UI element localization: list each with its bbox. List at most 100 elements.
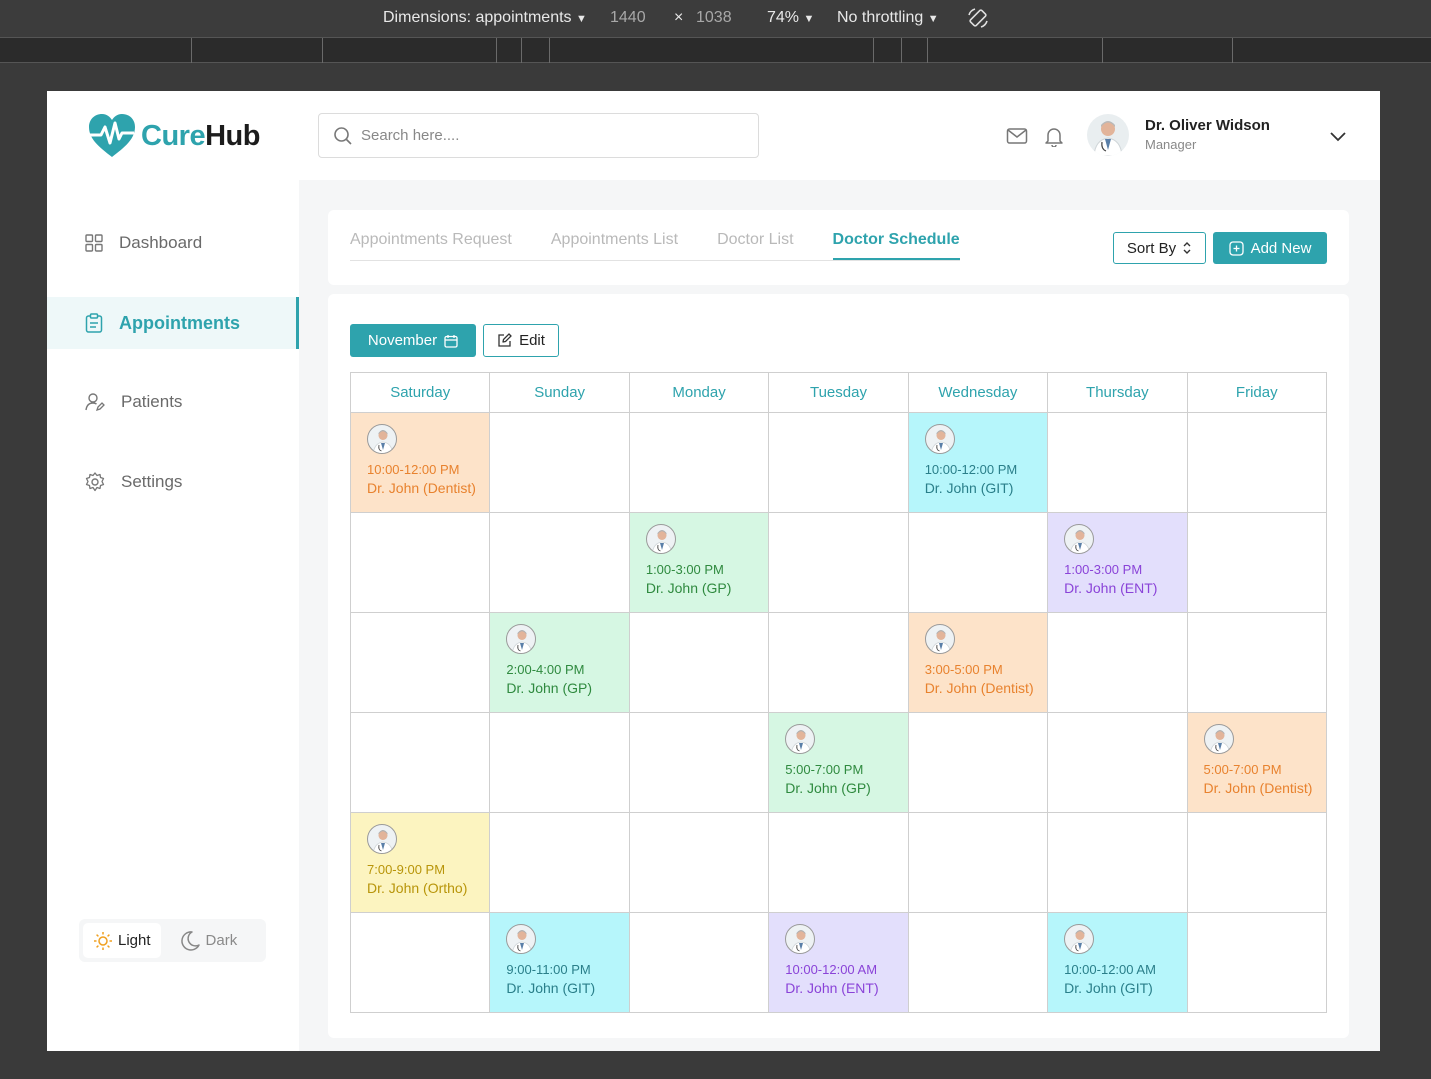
schedule-card: November Edit Saturday Sunday Monday Tuesda… [328,294,1349,1038]
day-header-thursday: Thursday [1047,372,1188,413]
schedule-slot[interactable]: 7:00-9:00 PM Dr. John (Ortho) [349,812,491,913]
sidebar-item-dashboard[interactable]: Dashboard [47,217,299,269]
empty-slot[interactable] [349,512,491,613]
day-header-sunday: Sunday [489,372,630,413]
sidebar-item-appointments[interactable]: Appointments [47,297,299,349]
theme-dark-option[interactable]: Dark [169,923,248,958]
throttling-dropdown[interactable]: No throttling ▼ [837,9,939,27]
empty-slot[interactable] [1047,612,1188,713]
user-avatar[interactable] [1087,114,1129,156]
moon-icon [180,930,200,951]
empty-slot[interactable] [628,612,770,713]
empty-slot[interactable] [907,712,1049,813]
schedule-slot[interactable]: 1:00-3:00 PM Dr. John (GP) [628,512,770,613]
schedule-slot[interactable]: 9:00-11:00 PM Dr. John (GIT) [489,912,630,1013]
empty-slot[interactable] [628,712,770,813]
empty-slot[interactable] [768,612,909,713]
tab-bar: Appointments Request Appointments List D… [350,231,960,261]
zoom-dropdown[interactable]: 74% ▼ [767,9,814,27]
slot-time: 10:00-12:00 PM [367,462,460,477]
schedule-slot[interactable]: 5:00-7:00 PM Dr. John (GP) [768,712,909,813]
empty-slot[interactable] [628,912,770,1013]
slot-doctor: Dr. John (GP) [785,780,871,796]
edit-button[interactable]: Edit [483,324,559,357]
tab-appointments-list[interactable]: Appointments List [551,231,678,260]
heart-pulse-logo-icon [89,114,135,157]
dropdown-arrow-icon: ▼ [803,13,815,25]
slot-time: 10:00-12:00 PM [924,462,1018,477]
empty-slot[interactable] [349,712,491,813]
height-field[interactable]: 1038 [696,9,732,27]
month-picker-button[interactable]: November [350,324,476,357]
empty-slot[interactable] [1047,812,1188,913]
empty-slot[interactable] [1047,412,1188,513]
empty-slot[interactable] [768,512,909,613]
empty-slot[interactable] [1186,412,1328,513]
theme-light-option[interactable]: Light [83,923,161,958]
slot-doctor: Dr. John (Dentist) [1203,780,1313,796]
schedule-row: 7:00-9:00 PM Dr. John (Ortho) [349,812,1328,913]
schedule-slot[interactable]: 3:00-5:00 PM Dr. John (Dentist) [907,612,1049,713]
edit-label: Edit [519,332,545,349]
doctor-avatar [506,624,537,654]
empty-slot[interactable] [628,412,770,513]
empty-slot[interactable] [1186,812,1328,913]
edit-icon [498,333,512,347]
rotate-icon[interactable] [966,6,990,30]
grid-icon [85,234,103,252]
empty-slot[interactable] [349,612,491,713]
clipboard-icon [85,313,103,333]
logo[interactable]: CureHub [87,113,260,159]
tab-appointments-request[interactable]: Appointments Request [350,231,512,260]
schedule-slot[interactable]: 10:00-12:00 AM Dr. John (GIT) [1047,912,1188,1013]
empty-slot[interactable] [1186,912,1328,1013]
search-input[interactable] [361,127,741,144]
add-new-button[interactable]: Add New [1213,232,1327,264]
doctor-avatar [367,424,397,454]
doctor-avatar [1064,924,1095,954]
schedule-slot[interactable]: 2:00-4:00 PM Dr. John (GP) [489,612,630,713]
empty-slot[interactable] [1186,512,1328,613]
slot-time: 3:00-5:00 PM [924,662,1003,677]
schedule-slot[interactable]: 10:00-12:00 AM Dr. John (ENT) [768,912,909,1013]
tab-doctor-list[interactable]: Doctor List [717,231,793,260]
chevron-down-icon[interactable] [1329,127,1347,145]
schedule-slot[interactable]: 1:00-3:00 PM Dr. John (ENT) [1047,512,1188,613]
empty-slot[interactable] [628,812,770,913]
search-box[interactable] [318,113,759,158]
tab-doctor-schedule[interactable]: Doctor Schedule [832,231,960,260]
empty-slot[interactable] [907,812,1049,913]
mail-icon[interactable] [1006,125,1028,147]
empty-slot[interactable] [768,812,909,913]
sidebar-item-settings[interactable]: Settings [47,456,299,508]
bell-icon[interactable] [1043,125,1065,147]
sidebar-item-patients[interactable]: Patients [47,376,299,428]
empty-slot[interactable] [489,512,630,613]
dimensions-dropdown[interactable]: Dimensions: appointments ▼ [383,9,587,27]
schedule-slot[interactable]: 5:00-7:00 PM Dr. John (Dentist) [1186,712,1328,813]
sidebar-item-label: Patients [121,392,183,411]
sidebar-item-label: Settings [121,472,183,491]
zoom-label: 74% [767,9,800,26]
width-field[interactable]: 1440 [610,9,646,27]
dimensions-label: Dimensions: appointments [383,9,572,26]
empty-slot[interactable] [907,512,1049,613]
empty-slot[interactable] [489,812,630,913]
slot-time: 1:00-3:00 PM [1064,562,1143,577]
schedule-slot[interactable]: 10:00-12:00 PM Dr. John (GIT) [907,412,1049,513]
sidebar-item-label: Appointments [119,312,240,333]
empty-slot[interactable] [907,912,1049,1013]
calendar-icon [444,334,458,348]
empty-slot[interactable] [768,412,909,513]
times-sign: × [674,9,684,26]
empty-slot[interactable] [489,712,630,813]
sort-by-button[interactable]: Sort By [1113,232,1206,264]
empty-slot[interactable] [1186,612,1328,713]
empty-slot[interactable] [489,412,630,513]
slot-time: 2:00-4:00 PM [506,662,585,677]
empty-slot[interactable] [349,912,491,1013]
schedule-slot[interactable]: 10:00-12:00 PM Dr. John (Dentist) [349,412,491,513]
slot-doctor: Dr. John (ENT) [785,980,879,996]
empty-slot[interactable] [1047,712,1188,813]
doctor-avatar [506,924,537,954]
